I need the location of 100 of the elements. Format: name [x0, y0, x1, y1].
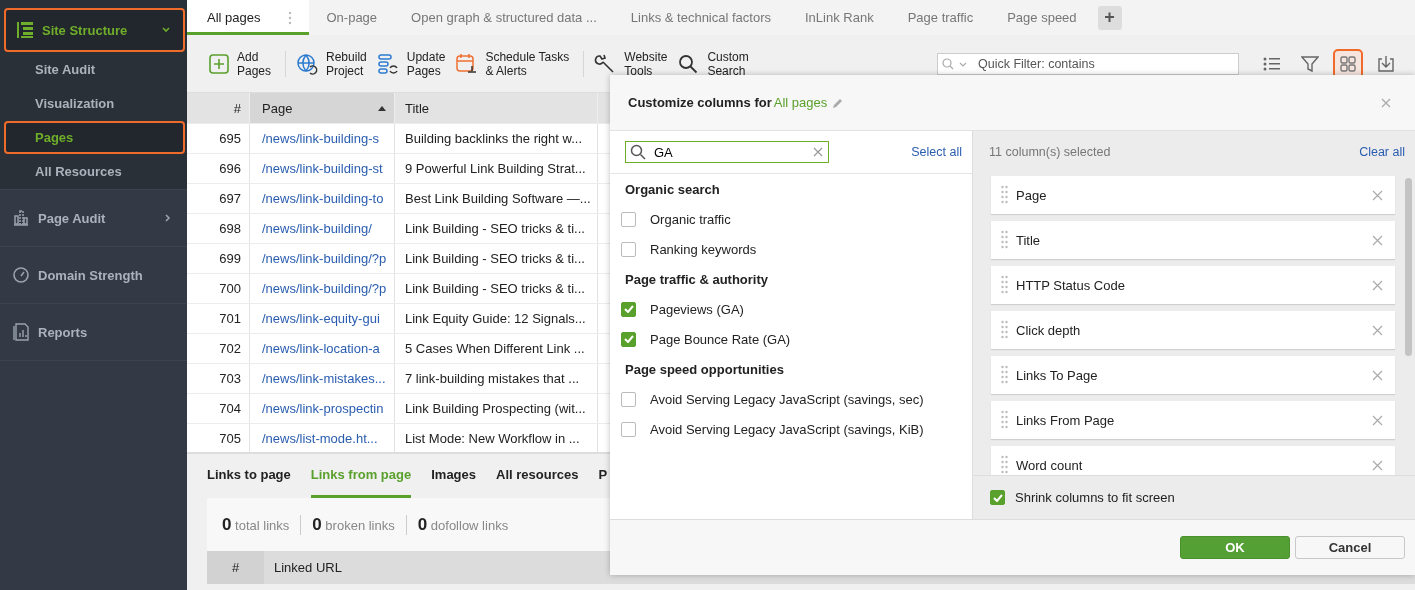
sidebar-subitem[interactable]: All Resources — [4, 155, 185, 188]
row-number: 695 — [187, 124, 250, 153]
checkbox[interactable] — [621, 421, 636, 437]
page-link[interactable]: /news/link-building/?p — [250, 244, 395, 273]
table-cell: Link Building - SEO tricks & ti... — [395, 244, 598, 273]
page-link[interactable]: /news/link-equity-gui — [250, 304, 395, 333]
sidebar-subitem[interactable]: Visualization — [4, 87, 185, 120]
sidebar-item[interactable]: Page Audit — [0, 190, 187, 246]
column-chip[interactable]: Links To Page — [991, 356, 1395, 394]
filter-icon — [1301, 54, 1319, 73]
checkbox[interactable] — [621, 241, 636, 257]
drag-handle-icon — [1001, 185, 1008, 205]
toolbar-button[interactable]: Custom Search — [677, 49, 757, 78]
checkbox-label: Organic traffic — [650, 211, 731, 227]
tab[interactable]: All resources — [496, 454, 579, 498]
checkbox-label: Page Bounce Rate (GA) — [650, 331, 791, 347]
tab[interactable]: Images — [431, 454, 477, 498]
toolbar-button[interactable]: Rebuild Project — [296, 49, 375, 78]
row-number: 704 — [187, 394, 250, 423]
group-heading: Page speed opportunities — [624, 361, 785, 379]
remove-icon — [1372, 189, 1383, 201]
gauge-icon — [12, 266, 30, 284]
sidebar-item[interactable]: Reports — [0, 304, 187, 360]
column-header[interactable]: Page — [250, 93, 395, 123]
checkbox[interactable] — [621, 211, 636, 227]
tab[interactable]: P — [598, 454, 608, 498]
clear-icon — [813, 147, 823, 157]
sidebar-subitem[interactable]: Site Audit — [4, 53, 185, 86]
more-icon — [288, 10, 293, 25]
page-link[interactable]: /news/link-building-s — [250, 124, 395, 153]
checkbox-label: Pageviews (GA) — [650, 301, 744, 317]
sidebar-subitem[interactable]: Pages — [4, 121, 185, 154]
pencil-icon — [832, 96, 845, 109]
cancel-button[interactable]: Cancel — [1295, 536, 1405, 559]
clear-all-link[interactable]: Clear all — [1359, 145, 1405, 159]
search-icon — [677, 52, 700, 75]
page-link[interactable]: /news/link-building/?p — [250, 274, 395, 303]
search-field[interactable]: GA — [625, 141, 829, 163]
column-header[interactable]: # — [207, 551, 264, 584]
page-link[interactable]: /news/link-location-a — [250, 334, 395, 363]
selected-count: 11 column(s) selected — [989, 145, 1111, 159]
search-icon — [630, 144, 646, 160]
columns-icon — [1339, 54, 1357, 73]
page-link[interactable]: /news/link-building-st — [250, 154, 395, 183]
tab[interactable]: All pages — [187, 0, 310, 35]
column-chip[interactable]: Title — [991, 221, 1395, 259]
select-all-link[interactable]: Select all — [911, 145, 962, 159]
checkbox[interactable] — [990, 490, 1005, 505]
bar-chart-icon — [12, 209, 30, 227]
drag-handle-icon — [1001, 230, 1008, 250]
table-cell: Best Link Building Software —... — [395, 184, 598, 213]
page-link[interactable]: /news/link-building/ — [250, 214, 395, 243]
column-chip[interactable]: Page — [991, 176, 1395, 214]
tab[interactable]: Page traffic — [890, 0, 991, 35]
toolbar-button[interactable]: Schedule Tasks & Alerts — [455, 49, 578, 78]
column-chip[interactable]: Word count — [991, 446, 1395, 475]
checkbox-label: Avoid Serving Legacy JavaScript (savings, sec) — [650, 391, 924, 407]
tab[interactable]: Open graph & structured data ... — [394, 0, 614, 35]
row-number: 701 — [187, 304, 250, 333]
remove-icon — [1372, 459, 1383, 471]
group-heading: Organic search — [624, 181, 721, 199]
column-header[interactable]: Title — [395, 93, 598, 123]
tab[interactable]: Page speed — [990, 0, 1094, 35]
tab[interactable]: On-page — [309, 0, 395, 35]
toolbar-button[interactable]: Update Pages — [376, 49, 454, 78]
link-stat: 0 broken links — [312, 514, 395, 535]
remove-icon — [1372, 279, 1383, 291]
add-tab-button[interactable]: + — [1097, 5, 1122, 30]
checkbox[interactable] — [621, 301, 636, 317]
remove-icon — [1372, 414, 1383, 426]
column-chip[interactable]: Click depth — [991, 311, 1395, 349]
row-number: 700 — [187, 274, 250, 303]
sidebar-item[interactable]: Domain Strength — [0, 247, 187, 303]
checkbox-label: Shrink columns to fit screen — [1015, 490, 1175, 505]
tab[interactable]: Links to page — [207, 454, 291, 498]
checkbox[interactable] — [621, 331, 636, 347]
search-dropdown-icon — [942, 57, 968, 70]
toolbar-button[interactable]: Website Tools — [594, 49, 676, 78]
column-chip[interactable]: HTTP Status Code — [991, 266, 1395, 304]
toolbar-button[interactable]: Add Pages — [209, 49, 280, 78]
sidebar-item[interactable]: Site Structure — [4, 8, 185, 52]
tab[interactable]: InLink Rank — [788, 0, 891, 35]
page-link[interactable]: /news/link-prospectin — [250, 394, 395, 423]
row-number: 699 — [187, 244, 250, 273]
row-number: 702 — [187, 334, 250, 363]
row-number: 703 — [187, 364, 250, 393]
page-link[interactable]: /news/link-building-to — [250, 184, 395, 213]
table-cell: 5 Cases When Different Link ... — [395, 334, 598, 363]
quick-filter-field[interactable]: Quick Filter: contains — [937, 52, 1239, 75]
row-number: 698 — [187, 214, 250, 243]
link-stat: 0 total links — [222, 514, 290, 535]
page-link[interactable]: /news/link-mistakes... — [250, 364, 395, 393]
table-cell: 7 link-building mistakes that ... — [395, 364, 598, 393]
table-cell: Link Building - SEO tricks & ti... — [395, 274, 598, 303]
drag-handle-icon — [1001, 410, 1008, 430]
column-chip[interactable]: Links From Page — [991, 401, 1395, 439]
scrollbar[interactable] — [1405, 178, 1412, 356]
plus-icon — [209, 53, 229, 74]
checkbox[interactable] — [621, 391, 636, 407]
tab[interactable]: Links & technical factors — [613, 0, 788, 35]
